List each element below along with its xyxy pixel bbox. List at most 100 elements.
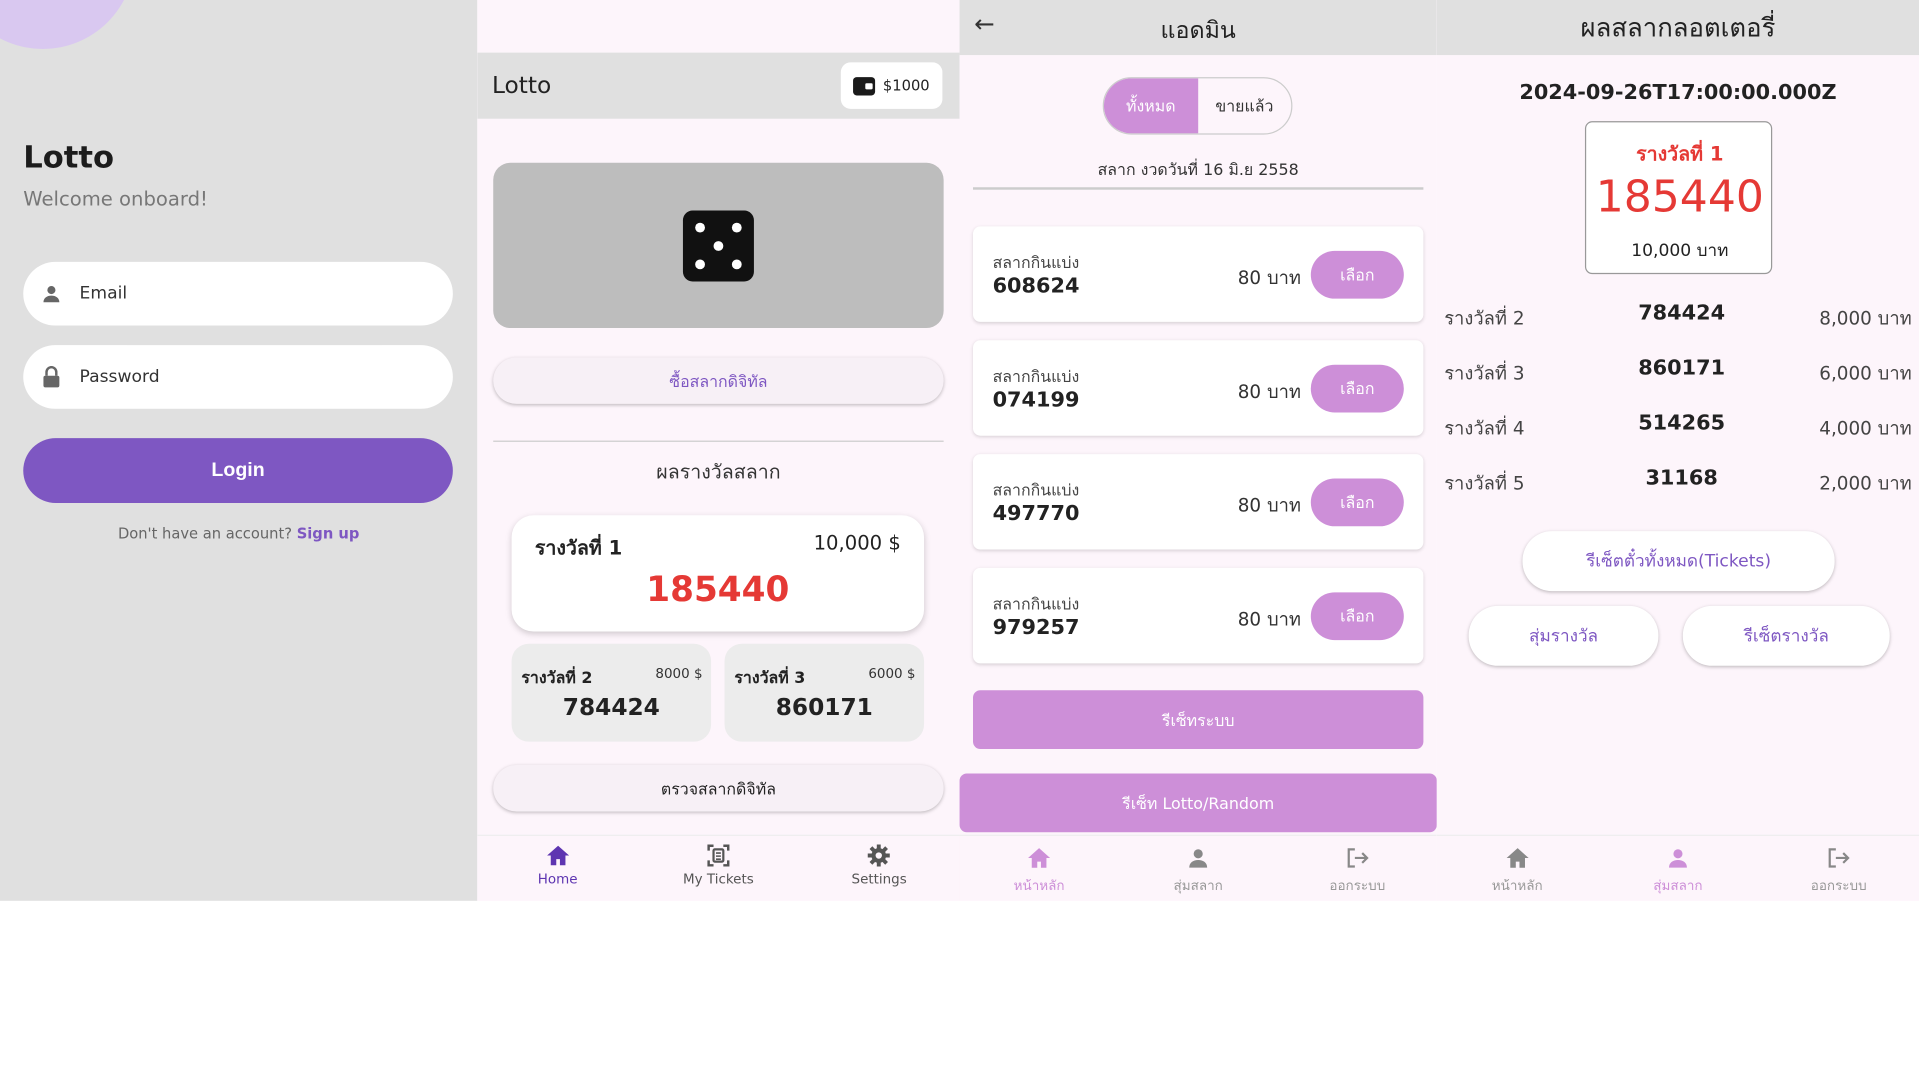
banner-card [493, 162, 944, 329]
nav-label: Settings [851, 871, 907, 888]
reset-all-tickets-button[interactable]: รีเซ็ตตั๋วทั้งหมด(Tickets) [1522, 531, 1835, 592]
nav-home[interactable]: หน้าหลัก [972, 846, 1107, 896]
app-title: Lotto [23, 139, 115, 176]
draw-date: สลาก งวดวันที่ 16 มิ.ย 2558 [1097, 161, 1299, 180]
prize-number: 31168 [1645, 466, 1718, 491]
prize-row: รางวัลที่ 5 31168 2,000 บาท [1444, 466, 1919, 495]
nav-logout[interactable]: ออกระบบ [1771, 846, 1906, 896]
ticket-icon [706, 843, 730, 867]
nav-label: หน้าหลัก [1013, 877, 1065, 894]
ticket-kind: สลากกินแบ่ง [992, 596, 1080, 615]
home-screen: Lotto $1000 ซื้อสลากดิจิทัล ผลรางวัลสลาก… [477, 0, 960, 901]
password-input[interactable] [79, 367, 423, 387]
gear-icon [867, 843, 891, 867]
prize-row: รางวัลที่ 2 784424 8,000 บาท [1444, 301, 1919, 330]
bottom-nav: หน้าหลัก สุ่มสลาก ออกระบบ [1436, 834, 1919, 901]
ticket-price: 80 บาท [1237, 494, 1302, 517]
select-button[interactable]: เลือก [1310, 250, 1404, 299]
bottom-nav: Home My Tickets Settings [477, 834, 960, 901]
app-bar-title: ผลสลากลอตเตอรี่ [1580, 13, 1776, 43]
prize-amount: 4,000 บาท [1819, 417, 1912, 440]
reset-system-button[interactable]: รีเซ็ทระบบ [973, 690, 1424, 750]
reset-prize-button[interactable]: รีเซ็ตรางวัล [1682, 605, 1890, 666]
prize-amount: 6,000 บาท [1819, 362, 1912, 385]
password-field[interactable] [23, 345, 453, 409]
app-bar: ผลสลากลอตเตอรี่ [1436, 0, 1919, 56]
select-button[interactable]: เลือก [1310, 592, 1404, 641]
select-button[interactable]: เลือก [1310, 364, 1404, 413]
prize-amount: 6000 $ [868, 665, 916, 682]
app-bar: แอดมิน ← [959, 0, 1437, 56]
nav-label: สุ่มสลาก [1173, 877, 1223, 894]
app-bar-title: Lotto [492, 72, 552, 100]
check-lottery-button[interactable]: ตรวจสลากดิจิทัล [493, 764, 944, 812]
prize-amount: 10,000 บาท [1631, 241, 1729, 261]
prize-number: 784424 [562, 693, 660, 721]
ticket-price: 80 บาท [1237, 608, 1302, 631]
prize-number: 860171 [775, 693, 873, 721]
signup-prompt: Don't have an account? [117, 525, 293, 543]
nav-logout[interactable]: ออกระบบ [1290, 846, 1425, 896]
nav-home[interactable]: หน้าหลัก [1450, 846, 1585, 896]
third-prize-card: รางวัลที่ 3 6000 $ 860171 [724, 643, 925, 742]
logout-icon [1826, 846, 1851, 870]
ticket-number: 497770 [992, 501, 1080, 527]
prize-label: รางวัลที่ 5 [1444, 472, 1525, 495]
prize-number: 514265 [1638, 411, 1726, 436]
lock-icon [40, 366, 62, 388]
screen-collage: Lotto Welcome onboard! Login Don't have … [0, 0, 1919, 1078]
prize-number: 185440 [1595, 172, 1764, 223]
prize-amount: 10,000 $ [813, 531, 901, 555]
nav-settings[interactable]: Settings [812, 843, 947, 887]
nav-label: สุ่มสลาก [1653, 877, 1703, 894]
nav-random-lottery[interactable]: สุ่มสลาก [1131, 846, 1266, 896]
ticket-price: 80 บาท [1237, 266, 1302, 289]
segment-sold[interactable]: ขายแล้ว [1198, 78, 1292, 133]
results-heading: ผลรางวัลสลาก [656, 460, 781, 484]
login-button[interactable]: Login [23, 438, 453, 504]
wallet-chip[interactable]: $1000 [840, 62, 943, 109]
second-prize-card: รางวัลที่ 2 8000 $ 784424 [511, 643, 712, 742]
select-button[interactable]: เลือก [1310, 478, 1404, 527]
nav-label: ออกระบบ [1810, 877, 1867, 894]
back-arrow-icon[interactable]: ← [974, 9, 995, 38]
divider [973, 187, 1424, 190]
buy-digital-lottery-button[interactable]: ซื้อสลากดิจิทัล [493, 357, 944, 404]
nav-my-tickets[interactable]: My Tickets [651, 843, 786, 887]
prize-label: รางวัลที่ 3 [734, 669, 806, 688]
email-input[interactable] [79, 283, 423, 304]
home-icon [545, 843, 569, 867]
nav-label: My Tickets [683, 871, 754, 888]
logout-icon [1345, 846, 1369, 870]
ticket-kind: สลากกินแบ่ง [992, 368, 1080, 387]
prize-label: รางวัลที่ 2 [1444, 307, 1525, 330]
home-icon [1027, 846, 1051, 870]
home-icon [1505, 846, 1529, 870]
decorative-blob [0, 0, 135, 49]
person-icon [1666, 846, 1690, 870]
segment-all[interactable]: ทั้งหมด [1103, 78, 1198, 134]
prize-label: รางวัลที่ 2 [521, 669, 593, 688]
reset-lotto-random-button[interactable]: รีเซ็ท Lotto/Random [959, 773, 1437, 833]
prize-label: รางวัลที่ 4 [1444, 417, 1525, 440]
email-field[interactable] [23, 261, 453, 326]
nav-random-lottery[interactable]: สุ่มสลาก [1611, 846, 1746, 896]
nav-home[interactable]: Home [490, 843, 625, 887]
signup-link[interactable]: Sign up [297, 525, 360, 542]
nav-label: Home [537, 871, 578, 888]
prize-row: รางวัลที่ 3 860171 6,000 บาท [1444, 356, 1919, 385]
welcome-text: Welcome onboard! [23, 187, 208, 211]
nav-label: หน้าหลัก [1491, 877, 1543, 894]
ticket-number: 074199 [992, 387, 1080, 413]
prize-amount: 2,000 บาท [1819, 472, 1912, 495]
ticket-card: สลากกินแบ่ง 497770 80 บาท เลือก [973, 454, 1424, 550]
ticket-card: สลากกินแบ่ง 608624 80 บาท เลือก [973, 226, 1424, 322]
random-prize-button[interactable]: สุ่มรางวัล [1468, 605, 1659, 666]
nav-label: ออกระบบ [1329, 877, 1386, 894]
app-bar-title: แอดมิน [1160, 17, 1236, 45]
first-prize-card: รางวัลที่ 1 185440 10,000 บาท [1584, 121, 1773, 275]
prize-label: รางวัลที่ 3 [1444, 362, 1525, 385]
prize-amount: 8000 $ [655, 665, 703, 682]
ticket-number: 608624 [992, 274, 1080, 299]
lottery-results-screen: ผลสลากลอตเตอรี่ 2024-09-26T17:00:00.000Z… [1436, 0, 1919, 901]
